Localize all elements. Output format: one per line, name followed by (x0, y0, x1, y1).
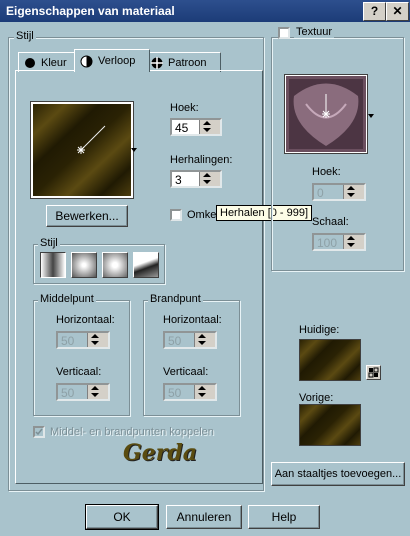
vorige-label: Vorige: (299, 392, 334, 404)
hoek-label: Hoek: (170, 102, 199, 114)
gradient-dropdown-arrow[interactable] (130, 144, 138, 156)
omkeren-label: Omke (187, 209, 217, 221)
brandpunt-horizontaal-value: 50 (168, 334, 182, 348)
brandpunt-horizontaal-label: Horizontaal: (163, 314, 222, 326)
swap-button[interactable] (366, 365, 381, 380)
texture-preview[interactable] (284, 74, 368, 154)
texture-schaal-value: 100 (317, 236, 338, 250)
koppelen-label: Middel- en brandpunten koppelen (50, 426, 214, 438)
texture-hoek-spin-buttons[interactable] (343, 185, 364, 199)
brandpunt-verticaal-spinner[interactable]: 50 (163, 383, 217, 401)
hoek-value: 45 (175, 121, 189, 135)
linear-gradient-icon[interactable] (40, 252, 66, 278)
brandpunt-verticaal-spin-buttons[interactable] (194, 385, 215, 399)
middelpunt-verticaal-spinner[interactable]: 50 (56, 383, 110, 401)
huidige-label: Huidige: (299, 324, 340, 336)
hoek-spin-buttons[interactable] (199, 120, 220, 134)
middelpunt-horizontaal-spinner[interactable]: 50 (56, 331, 110, 349)
annuleren-button[interactable]: Annuleren (166, 505, 242, 529)
texture-schaal-label: Schaal: (312, 216, 349, 228)
tab-verloop-label: Verloop (98, 55, 136, 67)
title-bar: Eigenschappen van materiaal ? ✕ (0, 0, 410, 22)
stijl-outer-label: Stijl (14, 30, 36, 42)
help-title-button[interactable]: ? (363, 2, 386, 21)
sunburst-gradient-icon[interactable] (133, 252, 159, 278)
add-swatch-button[interactable]: Aan staaltjes toevoegen... (271, 462, 405, 486)
gradient-preview-image (33, 104, 131, 196)
middelpunt-verticaal-label: Verticaal: (56, 366, 102, 378)
middelpunt-horizontaal-value: 50 (61, 334, 75, 348)
ok-button[interactable]: OK (85, 504, 159, 530)
huidige-swatch[interactable] (299, 339, 361, 381)
brandpunt-horizontaal-spinner[interactable]: 50 (163, 331, 217, 349)
signature: Gerda (123, 440, 198, 466)
gradient-style-label: Stijl (38, 237, 60, 249)
bewerken-button[interactable]: Bewerken... (46, 205, 128, 227)
tab-kleur[interactable]: Kleur (18, 52, 82, 72)
texture-label: Textuur (294, 26, 335, 38)
half-circle-icon (80, 55, 93, 67)
middelpunt-verticaal-value: 50 (61, 386, 75, 400)
swap-icon (368, 367, 379, 378)
middelpunt-label: Middelpunt (38, 293, 96, 305)
radial-gradient-icon[interactable] (102, 252, 128, 278)
dot-icon (25, 57, 35, 68)
texture-schaal-spinner[interactable]: 100 (312, 233, 366, 251)
brandpunt-horizontaal-spin-buttons[interactable] (194, 333, 215, 347)
middelpunt-horizontaal-label: Horizontaal: (56, 314, 115, 326)
texture-schaal-spin-buttons[interactable] (343, 235, 364, 249)
check-icon (35, 428, 43, 436)
brandpunt-label: Brandpunt (148, 293, 203, 305)
tab-patroon[interactable]: Patroon (145, 52, 221, 72)
rectangular-gradient-icon[interactable] (71, 252, 97, 278)
middelpunt-horizontaal-spin-buttons[interactable] (87, 333, 108, 347)
texture-dropdown-arrow[interactable] (367, 110, 375, 122)
brandpunt-verticaal-label: Verticaal: (163, 366, 209, 378)
herhalingen-spinner[interactable]: 3 (170, 170, 222, 188)
texture-hoek-value: 0 (317, 186, 324, 200)
middelpunt-verticaal-spin-buttons[interactable] (87, 385, 108, 399)
texture-hoek-label: Hoek: (312, 166, 341, 178)
koppelen-checkbox[interactable] (33, 426, 45, 438)
texture-hoek-spinner[interactable]: 0 (312, 183, 366, 201)
tab-patroon-label: Patroon (168, 56, 207, 69)
omkeren-checkbox[interactable] (170, 209, 182, 221)
herhalingen-value: 3 (175, 173, 182, 187)
vorige-swatch[interactable] (299, 404, 361, 446)
tab-verloop[interactable]: Verloop (74, 49, 150, 72)
hoek-spinner[interactable]: 45 (170, 118, 222, 136)
herhalingen-label: Herhalingen: (170, 154, 233, 166)
window-title: Eigenschappen van materiaal (6, 4, 175, 18)
texture-preview-image (286, 76, 366, 152)
brandpunt-verticaal-value: 50 (168, 386, 182, 400)
grid-icon (151, 56, 163, 69)
gradient-preview[interactable] (30, 101, 134, 199)
gradient-style-buttons (40, 252, 160, 278)
tab-kleur-label: Kleur (41, 56, 67, 69)
herhalingen-spin-buttons[interactable] (199, 172, 220, 186)
close-title-button[interactable]: ✕ (386, 2, 409, 21)
help-button[interactable]: Help (248, 505, 320, 529)
texture-checkbox[interactable] (278, 27, 290, 39)
